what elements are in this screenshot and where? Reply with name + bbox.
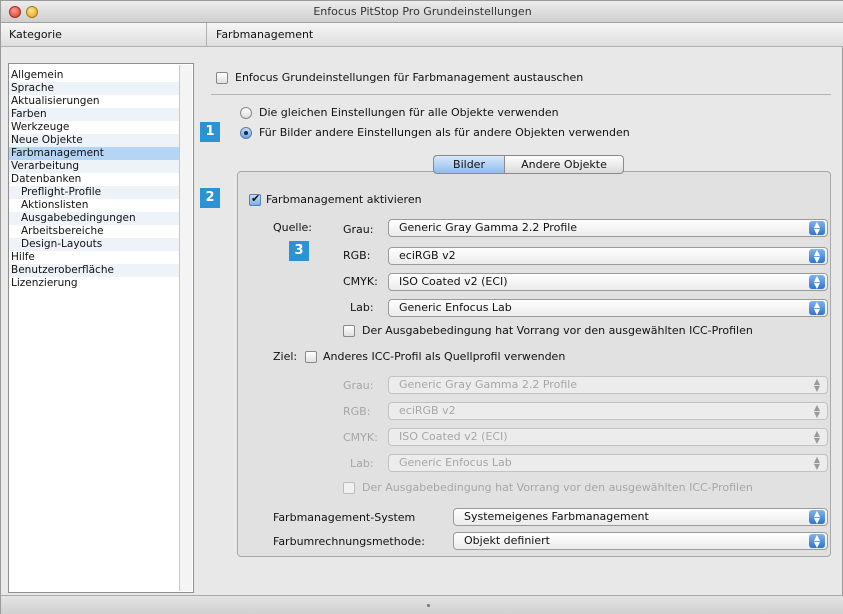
- different-settings-label: Für Bilder andere Einstellungen als für …: [259, 126, 630, 139]
- conversion-method-value: Objekt definiert: [464, 534, 550, 547]
- popup-arrows-icon: ▲ ▼: [809, 221, 825, 236]
- callout-badge-2: 2: [200, 188, 220, 208]
- options-divider: [211, 94, 831, 95]
- target-priority-checkbox[interactable]: [343, 482, 355, 494]
- popup-arrows-icon: ▲ ▼: [809, 249, 825, 264]
- popup-arrows-icon: ▲ ▼: [813, 377, 821, 393]
- target-cmyk-label: CMYK:: [343, 431, 378, 444]
- source-gray-label: Grau:: [343, 223, 374, 236]
- callout-badge-1: 1: [200, 122, 220, 142]
- sidebar-item-verarbeitung[interactable]: Verarbeitung: [9, 160, 179, 173]
- source-priority-label: Der Ausgabebedingung hat Vorrang vor den…: [362, 324, 753, 337]
- category-header: Kategorie: [9, 28, 62, 41]
- source-rgb-label: RGB:: [343, 249, 371, 262]
- replace-defaults-label: Enfocus Grundeinstellungen für Farbmanag…: [235, 71, 584, 84]
- cm-system-select[interactable]: Systemeigenes Farbmanagement ▲ ▼: [453, 508, 828, 526]
- same-settings-radio[interactable]: [240, 107, 252, 119]
- same-settings-label: Die gleichen Einstellungen für alle Obje…: [259, 106, 559, 119]
- header-divider: [206, 23, 207, 47]
- popup-arrows-icon: ▲ ▼: [809, 510, 825, 525]
- tab-bilder[interactable]: Bilder: [433, 155, 505, 174]
- source-cmyk-value: ISO Coated v2 (ECI): [399, 275, 508, 288]
- source-gray-value: Generic Gray Gamma 2.2 Profile: [399, 221, 578, 234]
- target-rgb-label: RGB:: [343, 405, 371, 418]
- target-label: Ziel:: [273, 350, 298, 363]
- target-rgb-value: eciRGB v2: [399, 404, 456, 417]
- source-rgb-select[interactable]: eciRGB v2 ▲ ▼: [388, 247, 828, 265]
- other-profile-label: Anderes ICC-Profil als Quellprofil verwe…: [323, 350, 566, 363]
- popup-arrows-icon: ▲ ▼: [813, 429, 821, 445]
- source-lab-select[interactable]: Generic Enfocus Lab ▲ ▼: [388, 299, 828, 317]
- popup-arrows-icon: ▲ ▼: [809, 275, 825, 290]
- target-cmyk-select[interactable]: ISO Coated v2 (ECI) ▲ ▼: [388, 428, 828, 446]
- sidebar-item-aktionslisten[interactable]: Aktionslisten: [9, 199, 179, 212]
- sidebar-item-preflight-profile[interactable]: Preflight-Profile: [9, 186, 179, 199]
- source-lab-value: Generic Enfocus Lab: [399, 301, 512, 314]
- target-rgb-select[interactable]: eciRGB v2 ▲ ▼: [388, 402, 828, 420]
- section-header: Farbmanagement: [216, 28, 314, 41]
- target-gray-select[interactable]: Generic Gray Gamma 2.2 Profile ▲ ▼: [388, 376, 828, 394]
- activate-colormanagement-label: Farbmanagement aktivieren: [266, 193, 422, 206]
- sidebar-scrollbar[interactable]: [179, 65, 192, 591]
- sidebar-item-benutzeroberflaeche[interactable]: Benutzeroberfläche: [9, 264, 179, 277]
- target-lab-label: Lab:: [350, 457, 374, 470]
- source-rgb-value: eciRGB v2: [399, 249, 456, 262]
- cm-system-label: Farbmanagement-System: [273, 511, 416, 524]
- sidebar-item-lizenzierung[interactable]: Lizenzierung: [9, 277, 179, 290]
- target-gray-value: Generic Gray Gamma 2.2 Profile: [399, 378, 578, 391]
- sidebar-item-aktualisierungen[interactable]: Aktualisierungen: [9, 95, 179, 108]
- sidebar-item-farbmanagement[interactable]: Farbmanagement: [9, 147, 179, 160]
- sidebar-item-allgemein[interactable]: Allgemein: [9, 69, 179, 82]
- sidebar-item-design-layouts[interactable]: Design-Layouts: [9, 238, 179, 251]
- source-cmyk-select[interactable]: ISO Coated v2 (ECI) ▲ ▼: [388, 273, 828, 291]
- popup-arrows-icon: ▲ ▼: [809, 534, 825, 549]
- target-lab-value: Generic Enfocus Lab: [399, 456, 512, 469]
- popup-arrows-icon: ▲ ▼: [809, 301, 825, 316]
- resize-grip-icon[interactable]: [427, 604, 430, 607]
- sidebar-item-hilfe[interactable]: Hilfe: [9, 251, 179, 264]
- activate-colormanagement-checkbox[interactable]: [249, 192, 261, 206]
- column-headers: Kategorie Farbmanagement: [1, 23, 843, 47]
- conversion-method-label: Farbumrechnungsmethode:: [273, 535, 425, 548]
- sidebar-item-farben[interactable]: Farben: [9, 108, 179, 121]
- target-priority-label: Der Ausgabebedingung hat Vorrang vor den…: [362, 481, 753, 494]
- popup-arrows-icon: ▲ ▼: [813, 455, 821, 471]
- popup-arrows-icon: ▲ ▼: [813, 403, 821, 419]
- target-gray-label: Grau:: [343, 379, 374, 392]
- sidebar-item-arbeitsbereiche[interactable]: Arbeitsbereiche: [9, 225, 179, 238]
- source-label: Quelle:: [273, 221, 312, 234]
- callout-badge-3: 3: [289, 241, 309, 261]
- source-priority-checkbox[interactable]: [343, 325, 355, 337]
- cm-system-value: Systemeigenes Farbmanagement: [464, 510, 649, 523]
- preferences-window: Enfocus PitStop Pro Grundeinstellungen K…: [0, 0, 843, 614]
- source-gray-select[interactable]: Generic Gray Gamma 2.2 Profile ▲ ▼: [388, 219, 828, 237]
- sidebar-item-sprache[interactable]: Sprache: [9, 82, 179, 95]
- replace-defaults-checkbox[interactable]: [216, 72, 228, 84]
- target-cmyk-value: ISO Coated v2 (ECI): [399, 430, 508, 443]
- different-settings-radio[interactable]: [240, 127, 252, 139]
- sidebar-item-werkzeuge[interactable]: Werkzeuge: [9, 121, 179, 134]
- other-profile-checkbox[interactable]: [305, 351, 317, 363]
- title-bar[interactable]: Enfocus PitStop Pro Grundeinstellungen: [1, 1, 843, 23]
- bottom-bar: [1, 595, 843, 614]
- source-cmyk-label: CMYK:: [343, 275, 378, 288]
- window-title: Enfocus PitStop Pro Grundeinstellungen: [313, 5, 532, 18]
- sidebar-item-ausgabebedingungen[interactable]: Ausgabebedingungen: [9, 212, 179, 225]
- tab-andere-objekte[interactable]: Andere Objekte: [504, 155, 624, 174]
- conversion-method-select[interactable]: Objekt definiert ▲ ▼: [453, 532, 828, 550]
- sidebar-item-neue-objekte[interactable]: Neue Objekte: [9, 134, 179, 147]
- source-lab-label: Lab:: [350, 301, 374, 314]
- category-list[interactable]: Allgemein Sprache Aktualisierungen Farbe…: [8, 63, 194, 593]
- target-lab-select[interactable]: Generic Enfocus Lab ▲ ▼: [388, 454, 828, 472]
- sidebar-item-datenbanken[interactable]: Datenbanken: [9, 173, 179, 186]
